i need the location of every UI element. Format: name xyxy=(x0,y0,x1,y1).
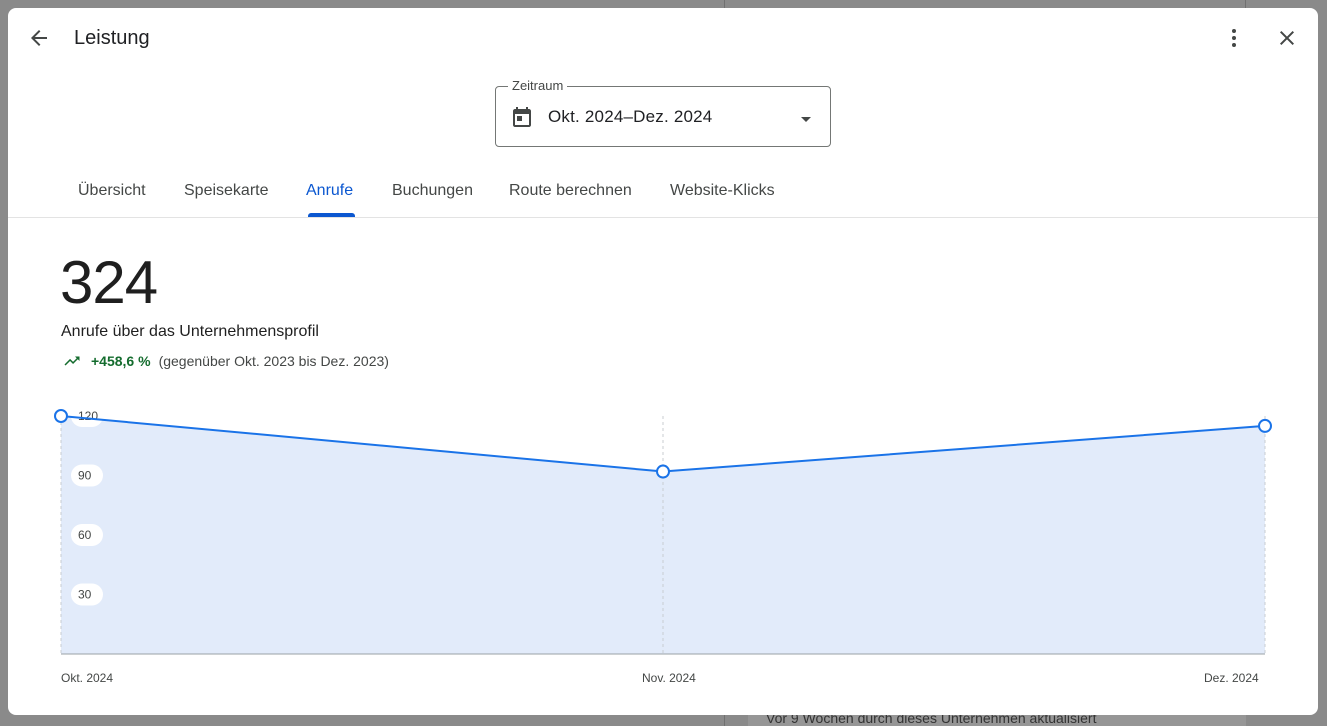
total-calls-value: 324 xyxy=(60,249,158,316)
tab-overview[interactable]: Übersicht xyxy=(78,182,146,200)
trend-percent: +458,6 % xyxy=(91,353,151,369)
tab-website-clicks[interactable]: Website-Klicks xyxy=(670,182,775,200)
active-tab-indicator xyxy=(308,213,355,217)
period-label: Zeitraum xyxy=(508,78,568,93)
tab-bar: Übersicht Speisekarte Anrufe Buchungen R… xyxy=(8,168,1318,218)
tab-bookings[interactable]: Buchungen xyxy=(392,182,473,200)
period-value: Okt. 2024–Dez. 2024 xyxy=(548,107,713,126)
close-button[interactable] xyxy=(1267,18,1307,58)
metric-label: Anrufe über das Unternehmensprofil xyxy=(61,323,319,340)
chart-data-point xyxy=(1258,418,1272,433)
chart-area-fill xyxy=(61,416,1265,654)
trend-comparison: (gegenüber Okt. 2023 bis Dez. 2023) xyxy=(158,353,389,369)
x-tick-label: Dez. 2024 xyxy=(1204,671,1259,685)
chart-data-point xyxy=(656,464,670,479)
tab-menu[interactable]: Speisekarte xyxy=(184,182,269,200)
chart-data-point xyxy=(54,409,68,423)
period-select[interactable]: Zeitraum Okt. 2024–Dez. 2024 xyxy=(495,78,831,147)
x-tick-label: Okt. 2024 xyxy=(61,671,114,685)
close-icon xyxy=(1280,31,1294,45)
tab-calls[interactable]: Anrufe xyxy=(306,182,353,200)
chart-canvas: 120 90 60 30 xyxy=(54,405,1272,655)
trend-row: +458,6 % (gegenüber Okt. 2023 bis Dez. 2… xyxy=(61,351,389,371)
y-tick-label: 90 xyxy=(78,469,92,483)
tab-directions[interactable]: Route berechnen xyxy=(509,182,632,200)
calendar-icon xyxy=(513,107,531,127)
y-tick-label: 30 xyxy=(78,588,92,602)
performance-dialog: Leistung Zeitraum Okt. 2024–Dez. 2024 Üb… xyxy=(8,8,1318,715)
more-options-button[interactable] xyxy=(1214,18,1254,58)
dialog-header: Leistung xyxy=(8,8,1318,70)
arrow-back-icon xyxy=(31,30,47,46)
trending-up-icon xyxy=(64,356,80,366)
back-button[interactable] xyxy=(19,18,59,58)
more-vert-icon xyxy=(1232,29,1236,47)
y-tick-label: 120 xyxy=(78,409,98,423)
dialog-title: Leistung xyxy=(74,27,150,49)
calls-chart: 120 90 60 30 Okt. 2024 Nov. 2024 Dez. 2024 xyxy=(8,398,1318,698)
dropdown-arrow-icon xyxy=(801,117,811,122)
y-tick-label: 60 xyxy=(78,528,92,542)
x-tick-label: Nov. 2024 xyxy=(642,671,696,685)
